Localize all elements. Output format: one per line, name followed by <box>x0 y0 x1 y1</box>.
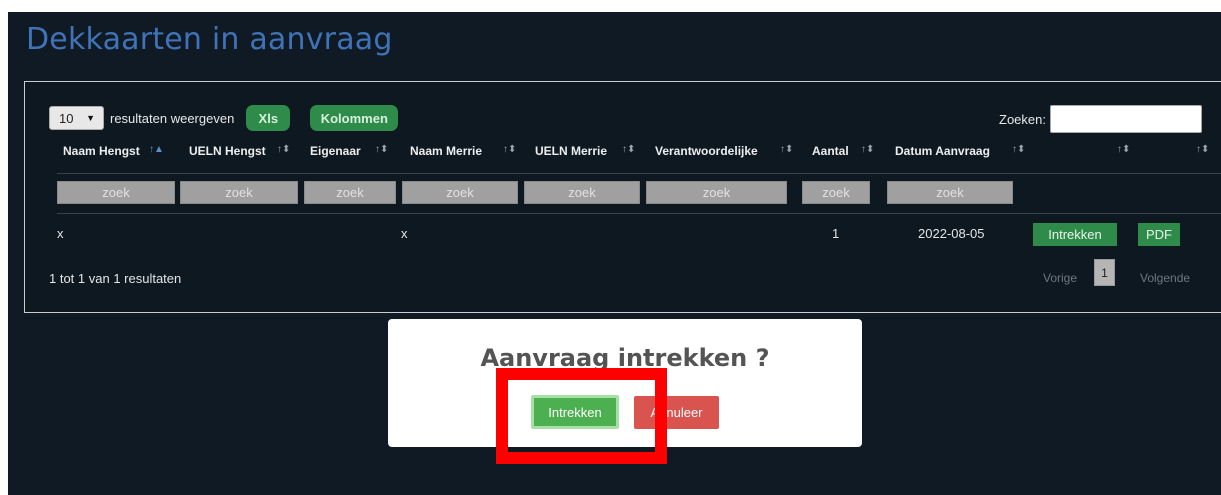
filter-input-verantwoordelijke[interactable]: zoek <box>646 181 787 204</box>
sort-icon[interactable]: ↑⬍ <box>780 144 793 156</box>
results-per-page-label: resultaten weergeven <box>110 110 235 126</box>
cell-naam-merrie: x <box>401 226 408 241</box>
app-window: Dekkaarten in aanvraag 10 ▼ resultaten w… <box>8 12 1221 495</box>
sort-icon[interactable]: ↑⬍ <box>622 144 635 156</box>
sort-icon[interactable]: ↑⬍ <box>1012 144 1025 156</box>
cell-datum-aanvraag: 2022-08-05 <box>918 226 985 241</box>
pager-previous[interactable]: Vorige <box>1043 271 1077 285</box>
table-panel: 10 ▼ resultaten weergeven Xls Kolommen Z… <box>24 81 1221 313</box>
sort-icon[interactable]: ↑⬍ <box>1196 144 1209 156</box>
xls-export-button[interactable]: Xls <box>246 105 291 131</box>
sort-icon[interactable]: ↑⬍ <box>503 144 516 156</box>
pager-next[interactable]: Volgende <box>1140 271 1190 285</box>
filter-input-datum-aanvraag[interactable]: zoek <box>887 181 1013 204</box>
filter-divider <box>57 213 1221 214</box>
columns-button[interactable]: Kolommen <box>310 105 399 131</box>
search-label: Zoeken: <box>999 111 1046 127</box>
search-input[interactable] <box>1049 105 1202 133</box>
filter-input-aantal[interactable]: zoek <box>802 181 870 204</box>
sort-icon[interactable]: ↑⬍ <box>277 144 290 156</box>
chevron-down-icon: ▼ <box>86 113 95 123</box>
page-title: Dekkaarten in aanvraag <box>26 22 393 57</box>
cell-aantal: 1 <box>832 226 840 241</box>
confirm-intrekken-button[interactable]: Intrekken <box>531 395 619 429</box>
column-header-aantal[interactable]: Aantal <box>812 144 849 158</box>
column-header-naam-merrie[interactable]: Naam Merrie <box>410 144 482 158</box>
sort-asc-icon[interactable]: ↑▲ <box>149 144 164 156</box>
header-divider <box>57 173 1221 174</box>
sort-icon[interactable]: ↑⬍ <box>861 144 874 156</box>
column-header-datum-aanvraag[interactable]: Datum Aanvraag <box>895 144 990 158</box>
sort-icon[interactable]: ↑⬍ <box>1117 144 1130 156</box>
table-toolbar: 10 ▼ resultaten weergeven Xls Kolommen <box>49 105 399 131</box>
results-per-page-select[interactable]: 10 ▼ <box>49 106 104 130</box>
sort-icon[interactable]: ↑⬍ <box>375 144 388 156</box>
row-pdf-button[interactable]: PDF <box>1138 223 1180 246</box>
search-area: Zoeken: <box>999 105 1202 133</box>
column-header-ueln-hengst[interactable]: UELN Hengst <box>189 144 266 158</box>
pager-current-page[interactable]: 1 <box>1094 259 1115 286</box>
filter-input-naam-hengst[interactable]: zoek <box>57 181 175 204</box>
cancel-button[interactable]: Annuleer <box>634 396 719 429</box>
column-header-ueln-merrie[interactable]: UELN Merrie <box>535 144 607 158</box>
results-per-page-value: 10 <box>59 110 74 126</box>
column-header-naam-hengst[interactable]: Naam Hengst <box>63 144 140 158</box>
filter-input-ueln-merrie[interactable]: zoek <box>524 181 640 204</box>
column-header-verantwoordelijke[interactable]: Verantwoordelijke <box>655 144 758 158</box>
dialog-title: Aanvraag intrekken ? <box>480 344 770 372</box>
cell-naam-hengst: x <box>57 226 64 241</box>
row-intrekken-button[interactable]: Intrekken <box>1033 223 1117 246</box>
confirm-dialog: Aanvraag intrekken ? Intrekken Annuleer <box>388 319 862 447</box>
filter-input-eigenaar[interactable]: zoek <box>304 181 396 204</box>
filter-input-ueln-hengst[interactable]: zoek <box>180 181 298 204</box>
filter-input-naam-merrie[interactable]: zoek <box>402 181 518 204</box>
table-info: 1 tot 1 van 1 resultaten <box>49 271 182 286</box>
column-header-eigenaar[interactable]: Eigenaar <box>310 144 361 158</box>
